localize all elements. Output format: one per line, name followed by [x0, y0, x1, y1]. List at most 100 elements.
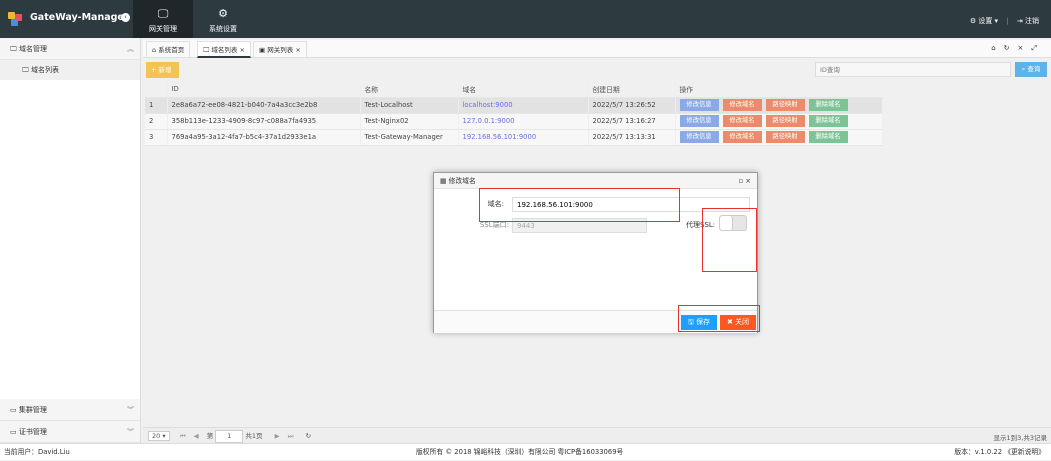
- settings-label: 设置: [978, 17, 993, 25]
- action-button-3[interactable]: 删除域名: [808, 115, 848, 127]
- cell-domain-link[interactable]: 127.0.0.1:9000: [458, 113, 589, 130]
- col-date[interactable]: 创建日期: [588, 81, 676, 98]
- action-button-3[interactable]: 删除域名: [808, 131, 848, 143]
- action-button-0[interactable]: 修改信息: [679, 99, 719, 111]
- logout-label: 注销: [1025, 17, 1039, 25]
- chevron-down-icon: ︾: [127, 428, 134, 436]
- close-icon[interactable]: ×: [745, 177, 751, 185]
- tab-domain-list[interactable]: 🖵 域名列表 ×: [197, 41, 251, 58]
- col-name[interactable]: 名称: [360, 81, 459, 98]
- group-label: 证书管理: [18, 428, 47, 436]
- last-page-button[interactable]: ⏭: [288, 432, 294, 440]
- action-button-2[interactable]: 路径映射: [765, 115, 805, 127]
- row-number: 2: [145, 113, 168, 130]
- collapse-sidebar-icon[interactable]: ‹: [121, 13, 130, 22]
- nav-system-settings[interactable]: ⚙ 系统设置: [193, 0, 253, 38]
- table-row[interactable]: 2 358b113e-1233-4909-8c97-c088a7fa4935 Tes…: [145, 113, 883, 130]
- nav-label: 网关管理: [149, 25, 177, 33]
- refresh-icon[interactable]: ↻: [1004, 44, 1018, 52]
- close-icon[interactable]: ×: [1018, 44, 1032, 52]
- table-row[interactable]: 1 2e8a6a72-ee08-4821-b040-7a4a3cc3e2b8 Tes…: [145, 97, 883, 114]
- image-icon: ▣: [259, 46, 266, 54]
- search-input[interactable]: [815, 62, 1011, 77]
- cell-domain-link[interactable]: 192.168.56.101:9000: [458, 129, 589, 146]
- group-label: 集群管理: [18, 406, 47, 414]
- col-actions: 操作: [675, 81, 883, 98]
- action-button-1[interactable]: 修改域名: [722, 131, 762, 143]
- item-label: 域名列表: [30, 66, 59, 74]
- cell-actions: 修改信息 修改域名 路径映射 删除域名: [675, 129, 883, 146]
- next-page-button[interactable]: ▶: [275, 432, 280, 440]
- highlight-box: [702, 208, 757, 272]
- settings-menu[interactable]: ⚙ 设置 ▾: [970, 17, 998, 25]
- page-total: 共1页: [245, 432, 263, 440]
- cell-id: 358b113e-1233-4909-8c97-c088a7fa4935: [167, 113, 361, 130]
- table-header: ID 名称 域名 创建日期 操作: [145, 81, 883, 98]
- add-label: 新增: [158, 66, 172, 74]
- pagination: 20 ▾ ⏮ ◀ 第 1 共1页 ▶ ⏭ ↻ 显示1到3,共3记录: [143, 427, 1051, 443]
- cell-date: 2022/5/7 13:13:31: [588, 129, 676, 146]
- page-size: 20: [152, 432, 161, 440]
- action-button-2[interactable]: 路径映射: [765, 99, 805, 111]
- copyright: 版权所有 © 2018 锦峪科技（深圳）有限公司 粤ICP备16033069号: [416, 448, 624, 456]
- tab-label: 域名列表: [211, 46, 238, 54]
- app-logo: [8, 12, 22, 26]
- col-id[interactable]: ID: [167, 81, 361, 98]
- action-button-1[interactable]: 修改域名: [722, 115, 762, 127]
- cell-date: 2022/5/7 13:26:52: [588, 97, 676, 114]
- maximize-icon[interactable]: ▫: [739, 177, 744, 185]
- action-button-3[interactable]: 删除域名: [808, 99, 848, 111]
- logout-button[interactable]: ⇥ 注销: [1017, 17, 1039, 25]
- action-button-1[interactable]: 修改域名: [722, 99, 762, 111]
- footer: 当前用户：David.Liu 版权所有 © 2018 锦峪科技（深圳）有限公司 …: [0, 443, 1051, 460]
- sidebar-group-certificate[interactable]: ▭ 证书管理 ︾: [0, 421, 140, 443]
- tab-tools: ⌂↻×⤢: [991, 44, 1045, 53]
- monitor-icon: 🖵: [203, 46, 210, 54]
- header-actions: ⚙ 设置 ▾ | ⇥ 注销: [969, 17, 1039, 25]
- edit-domain-dialog: ▦ 修改域名 ▫ × 域名: SSL端口: 代理SSL: 🖫 保存 ✖ 关闭: [433, 172, 760, 333]
- sidebar: 🖵 域名管理 ︽ 🖵 域名列表 ▭ 集群管理 ︾ ▭ 证书管理 ︾: [0, 38, 141, 443]
- sidebar-item-domain-list[interactable]: 🖵 域名列表: [0, 60, 140, 80]
- page-size-select[interactable]: 20 ▾: [148, 431, 170, 441]
- cell-actions: 修改信息 修改域名 路径映射 删除域名: [675, 113, 883, 130]
- tab-bar: ⌂ 系统首页 🖵 域名列表 × ▣ 网关列表 ×: [143, 40, 1051, 58]
- table-row[interactable]: 3 769a4a95-3a12-4fa7-b5c4-37a1d2933e1a Tes…: [145, 129, 883, 146]
- monitor-icon: 🖵: [157, 7, 169, 20]
- version-info[interactable]: 版本：v.1.0.22 《更新说明》: [954, 444, 1045, 461]
- sidebar-group-domain[interactable]: 🖵 域名管理 ︽: [0, 38, 140, 60]
- window-icon: ▦: [440, 177, 447, 185]
- chevron-down-icon: ︾: [127, 406, 134, 414]
- action-button-2[interactable]: 路径映射: [765, 131, 805, 143]
- dialog-title-bar: ▦ 修改域名 ▫ ×: [434, 173, 757, 189]
- cell-id: 769a4a95-3a12-4fa7-b5c4-37a1d2933e1a: [167, 129, 361, 146]
- fullscreen-icon[interactable]: ⤢: [1031, 44, 1045, 52]
- page-input[interactable]: 1: [215, 430, 244, 443]
- sidebar-group-cluster[interactable]: ▭ 集群管理 ︾: [0, 399, 140, 421]
- cell-domain-link[interactable]: localhost:9000: [458, 97, 589, 114]
- search-button[interactable]: ⌕ 查询: [1015, 62, 1047, 77]
- page-prefix: 第: [206, 432, 214, 440]
- first-page-button[interactable]: ⏮: [180, 432, 186, 440]
- col-num: [145, 81, 168, 98]
- prev-page-button[interactable]: ◀: [194, 432, 199, 440]
- refresh-icon[interactable]: ↻: [306, 432, 311, 440]
- group-label: 域名管理: [18, 45, 47, 53]
- cell-name: Test-Nginx02: [360, 113, 459, 130]
- nav-gateway-management[interactable]: 🖵 网关管理: [133, 0, 193, 38]
- col-domain[interactable]: 域名: [458, 81, 589, 98]
- highlight-box: [479, 188, 680, 222]
- action-button-0[interactable]: 修改信息: [679, 131, 719, 143]
- row-number: 1: [145, 97, 168, 114]
- tab-home[interactable]: ⌂ 系统首页: [146, 41, 191, 58]
- cell-id: 2e8a6a72-ee08-4821-b040-7a4a3cc3e2b8: [167, 97, 361, 114]
- tab-gateway-list[interactable]: ▣ 网关列表 ×: [253, 41, 307, 58]
- cell-name: Test-Gateway-Manager: [360, 129, 459, 146]
- current-user: 当前用户：David.Liu: [4, 448, 70, 456]
- action-button-0[interactable]: 修改信息: [679, 115, 719, 127]
- close-tab-icon[interactable]: ×: [239, 46, 244, 54]
- add-button[interactable]: + 新增: [146, 62, 179, 78]
- home-icon[interactable]: ⌂: [991, 44, 1003, 52]
- close-tab-icon[interactable]: ×: [295, 46, 300, 54]
- cell-date: 2022/5/7 13:16:27: [588, 113, 676, 130]
- search-label: 查询: [1027, 65, 1041, 73]
